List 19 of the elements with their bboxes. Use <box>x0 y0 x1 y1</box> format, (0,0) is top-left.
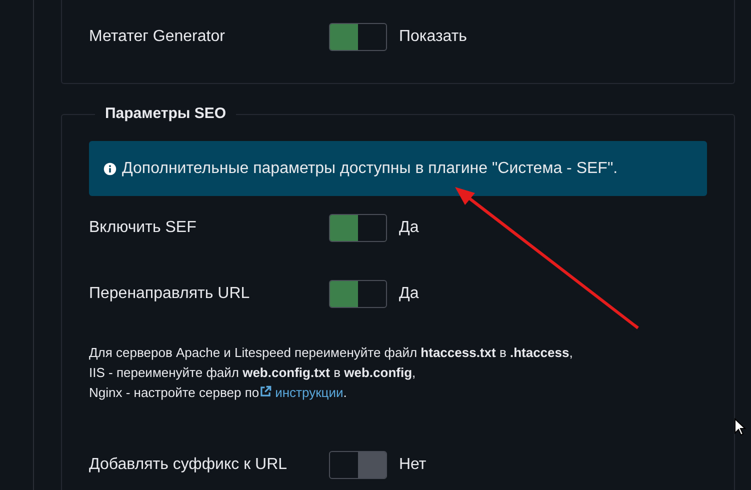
toggle-switch[interactable] <box>329 214 387 242</box>
toggle-switch[interactable] <box>329 451 387 479</box>
toggle-value: Нет <box>399 456 426 474</box>
field-label: Добавлять суффикс к URL <box>89 456 288 474</box>
toggle-value: Да <box>399 285 419 303</box>
toggle-value: Да <box>399 219 419 237</box>
toggle-switch[interactable] <box>329 280 387 308</box>
toggle-value: Показать <box>399 28 468 46</box>
toggle-switch[interactable] <box>329 23 387 51</box>
mouse-cursor-icon <box>734 418 746 436</box>
alert-text: Дополнительные параметры доступны в плагине "Система - SEF". <box>122 160 618 178</box>
external-link-icon <box>259 385 272 398</box>
help-text: Для серверов Apache и Litespeed переименуйте файл htaccess.txt в .htaccess, IIS - переименуйте файл web.config.txt в web.config, Nginx - настройте сервер по инструкции. <box>89 344 574 402</box>
section-legend: Параметры SEO <box>95 105 236 122</box>
instructions-link[interactable]: инструкции <box>259 385 344 400</box>
field-label: Метатег Generator <box>89 28 226 46</box>
info-icon <box>103 162 117 176</box>
field-label: Включить SEF <box>89 219 198 237</box>
field-label: Перенаправлять URL <box>89 285 251 303</box>
